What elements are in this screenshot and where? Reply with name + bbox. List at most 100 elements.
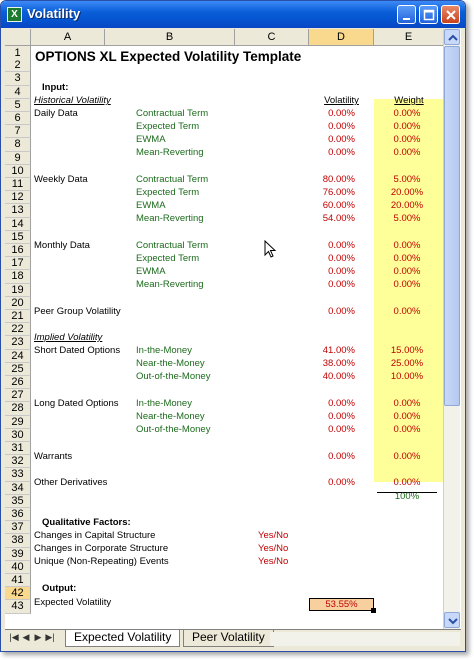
c38-yes-no[interactable]: Yes/No (258, 543, 288, 555)
minimize-button[interactable] (397, 5, 416, 24)
historical-volatility-label[interactable]: Historical Volatility (34, 95, 111, 107)
tab-peer-volatility[interactable]: Peer Volatility (183, 630, 274, 647)
peer-group-volatility-label[interactable]: Peer Group Volatility (34, 306, 121, 318)
row-header-30[interactable]: 30 (5, 428, 31, 442)
scroll-up-button[interactable] (444, 29, 460, 45)
d31-volatility[interactable]: 0.00% (309, 451, 355, 463)
d25-volatility[interactable]: 40.00% (309, 371, 355, 383)
row-header-12[interactable]: 12 (5, 191, 31, 205)
e31-weight[interactable]: 0.00% (374, 451, 440, 463)
next-sheet-icon[interactable]: ▶ (33, 632, 43, 643)
e8-weight[interactable]: 0.00% (374, 147, 440, 159)
c37-yes-no[interactable]: Yes/No (258, 530, 288, 542)
row-header-16[interactable]: 16 (5, 244, 31, 258)
row-header-26[interactable]: 26 (5, 376, 31, 390)
tab-expected-volatility[interactable]: Expected Volatility (65, 630, 181, 647)
row-header-38[interactable]: 38 (5, 534, 31, 548)
row-header-15[interactable]: 15 (5, 230, 31, 244)
column-header-b[interactable]: B (105, 29, 235, 46)
b7-ewma[interactable]: EWMA (136, 134, 166, 146)
row-header-25[interactable]: 25 (5, 362, 31, 376)
row-header-36[interactable]: 36 (5, 508, 31, 522)
e29-weight[interactable]: 0.00% (374, 424, 440, 436)
row-header-3[interactable]: 3 (5, 72, 31, 86)
expected-volatility-output-cell[interactable]: 53.55% (309, 598, 376, 613)
fill-handle[interactable] (371, 608, 376, 613)
row-header-13[interactable]: 13 (5, 204, 31, 218)
row-header-4[interactable]: 4 (5, 85, 31, 99)
row-header-29[interactable]: 29 (5, 415, 31, 429)
d16-volatility[interactable]: 0.00% (309, 253, 355, 265)
excel-icon[interactable]: X (7, 7, 22, 22)
row-header-7[interactable]: 7 (5, 125, 31, 139)
b13-mean-reverting[interactable]: Mean-Reverting (136, 213, 204, 225)
d28-volatility[interactable]: 0.00% (309, 411, 355, 423)
b10-contractual-term[interactable]: Contractual Term (136, 174, 208, 186)
d13-volatility[interactable]: 54.00% (309, 213, 355, 225)
row-header-23[interactable]: 23 (5, 336, 31, 350)
capital-structure-label[interactable]: Changes in Capital Structure (34, 530, 155, 542)
row-header-19[interactable]: 19 (5, 283, 31, 297)
e16-weight[interactable]: 0.00% (374, 253, 440, 265)
row-header-39[interactable]: 39 (5, 547, 31, 561)
row-header-20[interactable]: 20 (5, 296, 31, 310)
maximize-button[interactable] (419, 5, 438, 24)
b28-near-the-money[interactable]: Near-the-Money (136, 411, 205, 423)
row-header-42[interactable]: 42 (5, 587, 31, 601)
e27-weight[interactable]: 0.00% (374, 398, 440, 410)
column-header-d[interactable]: D (309, 29, 374, 46)
d24-volatility[interactable]: 38.00% (309, 358, 355, 370)
e34-weight-total[interactable]: 100% (374, 491, 440, 503)
row-header-43[interactable]: 43 (5, 600, 31, 614)
d29-volatility[interactable]: 0.00% (309, 424, 355, 436)
row-header-10[interactable]: 10 (5, 164, 31, 178)
monthly-data-label[interactable]: Monthly Data (34, 240, 90, 252)
d8-volatility[interactable]: 0.00% (309, 147, 355, 159)
row-header-8[interactable]: 8 (5, 138, 31, 152)
row-header-24[interactable]: 24 (5, 349, 31, 363)
row-header-22[interactable]: 22 (5, 323, 31, 337)
row-header-37[interactable]: 37 (5, 521, 31, 535)
d7-volatility[interactable]: 0.00% (309, 134, 355, 146)
e33-weight[interactable]: 0.00% (374, 477, 440, 489)
row-header-6[interactable]: 6 (5, 112, 31, 126)
row-header-27[interactable]: 27 (5, 389, 31, 403)
column-header-e[interactable]: E (374, 29, 444, 46)
b17-ewma[interactable]: EWMA (136, 266, 166, 278)
d15-volatility[interactable]: 0.00% (309, 240, 355, 252)
c39-yes-no[interactable]: Yes/No (258, 556, 288, 568)
e23-weight[interactable]: 15.00% (374, 345, 440, 357)
e7-weight[interactable]: 0.00% (374, 134, 440, 146)
row-header-35[interactable]: 35 (5, 494, 31, 508)
daily-data-label[interactable]: Daily Data (34, 108, 78, 120)
b27-in-the-money[interactable]: In-the-Money (136, 398, 192, 410)
weight-header[interactable]: Weight (374, 95, 444, 107)
d20-volatility[interactable]: 0.00% (309, 306, 355, 318)
d33-volatility[interactable]: 0.00% (309, 477, 355, 489)
d5-volatility[interactable]: 0.00% (309, 108, 355, 120)
e6-weight[interactable]: 0.00% (374, 121, 440, 133)
e18-weight[interactable]: 0.00% (374, 279, 440, 291)
d6-volatility[interactable]: 0.00% (309, 121, 355, 133)
row-header-28[interactable]: 28 (5, 402, 31, 416)
previous-sheet-icon[interactable]: ◀ (21, 632, 31, 643)
row-header-33[interactable]: 33 (5, 468, 31, 482)
last-sheet-icon[interactable]: ▶| (45, 632, 55, 643)
e10-weight[interactable]: 5.00% (374, 174, 440, 186)
row-header-40[interactable]: 40 (5, 560, 31, 574)
vertical-scrollbar[interactable] (443, 29, 460, 629)
select-all-corner[interactable] (5, 29, 31, 46)
horizontal-scrollbar[interactable] (270, 632, 460, 646)
b15-contractual-term[interactable]: Contractual Term (136, 240, 208, 252)
d18-volatility[interactable]: 0.00% (309, 279, 355, 291)
b5-contractual-term[interactable]: Contractual Term (136, 108, 208, 120)
d10-volatility[interactable]: 80.00% (309, 174, 355, 186)
column-header-c[interactable]: C (235, 29, 309, 46)
b25-out-of-the-money[interactable]: Out-of-the-Money (136, 371, 210, 383)
weekly-data-label[interactable]: Weekly Data (34, 174, 88, 186)
scroll-thumb[interactable] (444, 46, 460, 406)
corporate-structure-label[interactable]: Changes in Corporate Structure (34, 543, 168, 555)
b6-expected-term[interactable]: Expected Term (136, 121, 199, 133)
e13-weight[interactable]: 5.00% (374, 213, 440, 225)
d12-volatility[interactable]: 60.00% (309, 200, 355, 212)
